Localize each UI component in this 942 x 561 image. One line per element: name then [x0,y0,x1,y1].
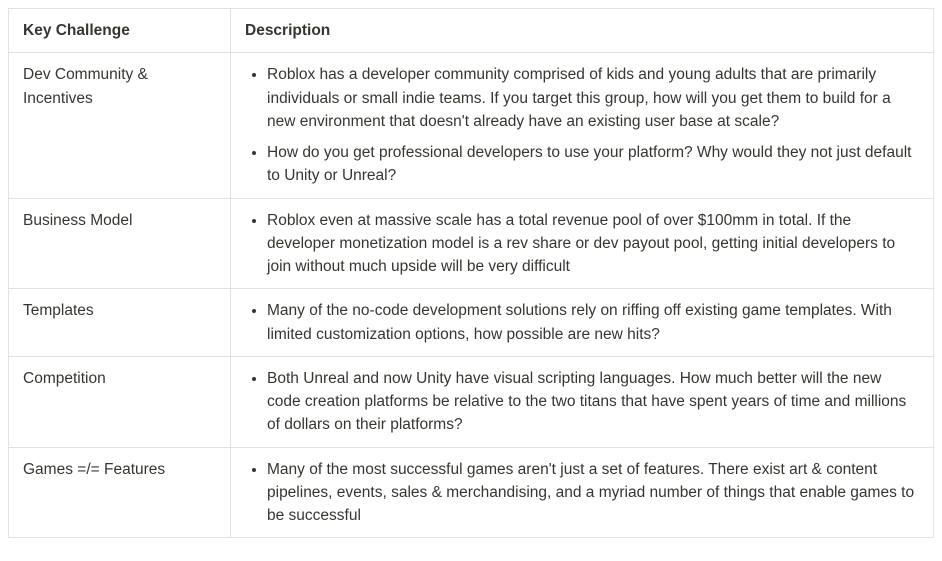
challenge-cell: Competition [9,356,231,447]
bullet-list: Roblox even at massive scale has a total… [245,209,919,279]
table-row: Competition Both Unreal and now Unity ha… [9,356,934,447]
bullet-list: Roblox has a developer community compris… [245,63,919,187]
description-cell: Roblox has a developer community compris… [231,53,934,198]
list-item: How do you get professional developers t… [267,141,919,188]
table-row: Dev Community & Incentives Roblox has a … [9,53,934,198]
description-cell: Many of the most successful games aren't… [231,447,934,538]
table-body: Dev Community & Incentives Roblox has a … [9,53,934,538]
list-item: Both Unreal and now Unity have visual sc… [267,367,919,437]
list-item: Many of the no-code development solution… [267,299,919,346]
description-cell: Roblox even at massive scale has a total… [231,198,934,289]
challenges-table: Key Challenge Description Dev Community … [8,8,934,538]
list-item: Roblox has a developer community compris… [267,63,919,133]
list-item: Many of the most successful games aren't… [267,458,919,528]
header-key-challenge: Key Challenge [9,9,231,53]
challenge-cell: Templates [9,289,231,357]
bullet-list: Many of the no-code development solution… [245,299,919,346]
challenge-cell: Games =/= Features [9,447,231,538]
bullet-list: Both Unreal and now Unity have visual sc… [245,367,919,437]
bullet-list: Many of the most successful games aren't… [245,458,919,528]
table-header-row: Key Challenge Description [9,9,934,53]
table-row: Templates Many of the no-code developmen… [9,289,934,357]
table-row: Business Model Roblox even at massive sc… [9,198,934,289]
challenge-cell: Dev Community & Incentives [9,53,231,198]
challenge-cell: Business Model [9,198,231,289]
description-cell: Both Unreal and now Unity have visual sc… [231,356,934,447]
header-description: Description [231,9,934,53]
description-cell: Many of the no-code development solution… [231,289,934,357]
list-item: Roblox even at massive scale has a total… [267,209,919,279]
table-row: Games =/= Features Many of the most succ… [9,447,934,538]
